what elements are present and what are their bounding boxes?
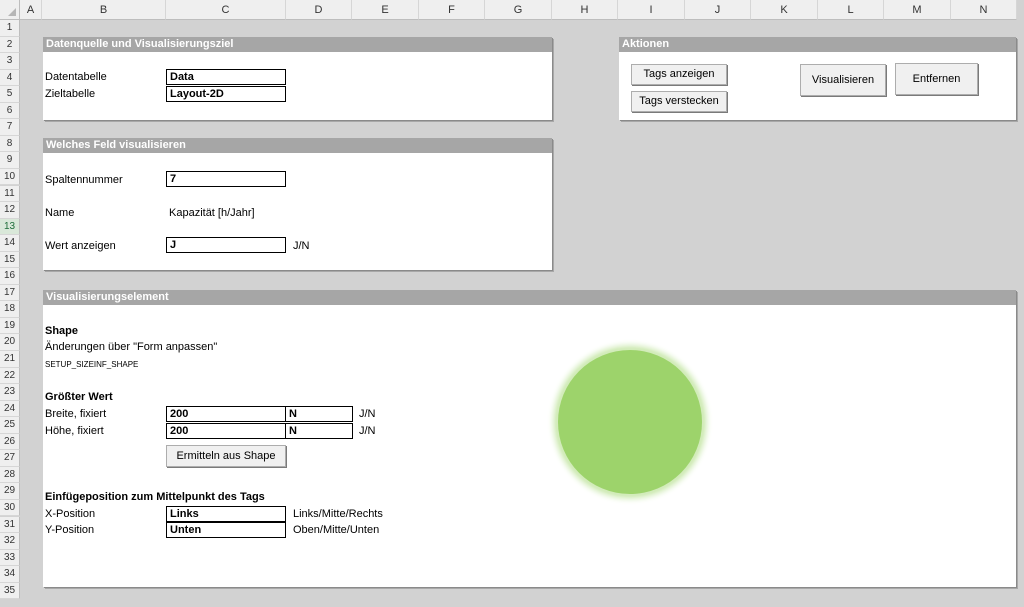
- column-header[interactable]: L: [818, 0, 884, 20]
- row-header[interactable]: 30: [0, 499, 20, 517]
- row-header[interactable]: 19: [0, 317, 20, 335]
- row-header[interactable]: 16: [0, 268, 20, 285]
- height-label: Höhe, fixiert: [45, 425, 104, 437]
- height-value-field[interactable]: 200: [166, 423, 286, 439]
- row-header[interactable]: 25: [0, 417, 20, 434]
- row-header[interactable]: 23: [0, 384, 20, 401]
- row-header[interactable]: 29: [0, 483, 20, 500]
- visualize-button[interactable]: Visualisieren: [800, 64, 886, 96]
- row-header[interactable]: 35: [0, 582, 20, 600]
- target-table-label: Zieltabelle: [45, 88, 96, 100]
- column-header[interactable]: G: [485, 0, 552, 20]
- row-header[interactable]: 22: [0, 367, 20, 385]
- column-header[interactable]: N: [951, 0, 1017, 20]
- shape-name: SETUP_SIZEINF_SHAPE: [45, 360, 139, 369]
- row-header[interactable]: 32: [0, 533, 20, 550]
- row-header[interactable]: 15: [0, 251, 20, 269]
- row-header[interactable]: 3: [0, 53, 20, 70]
- sizeinf-shape-circle[interactable]: [558, 350, 702, 494]
- row-header[interactable]: 17: [0, 284, 20, 302]
- data-table-label: Datentabelle: [45, 71, 107, 83]
- height-hint: J/N: [359, 425, 376, 437]
- element-panel: Visualisierungselement Shape Änderungen …: [43, 290, 1016, 587]
- data-table-field[interactable]: Data: [166, 69, 286, 85]
- row-header[interactable]: 31: [0, 516, 20, 534]
- column-number-field[interactable]: 7: [166, 171, 286, 187]
- column-number-label: Spaltennummer: [45, 174, 123, 186]
- width-hint: J/N: [359, 408, 376, 420]
- show-value-label: Wert anzeigen: [45, 240, 116, 252]
- remove-button[interactable]: Entfernen: [895, 63, 978, 95]
- row-header[interactable]: 28: [0, 466, 20, 484]
- width-value-field[interactable]: 200: [166, 406, 286, 422]
- row-header[interactable]: 1: [0, 20, 20, 37]
- target-table-field[interactable]: Layout-2D: [166, 86, 286, 102]
- row-header[interactable]: 5: [0, 86, 20, 103]
- column-header[interactable]: B: [42, 0, 166, 20]
- column-header[interactable]: I: [618, 0, 685, 20]
- actions-panel: Aktionen Tags anzeigen Tags verstecken V…: [619, 37, 1016, 120]
- field-title: Welches Feld visualisieren: [43, 138, 552, 153]
- row-header[interactable]: 26: [0, 433, 20, 451]
- row-header[interactable]: 10: [0, 168, 20, 186]
- column-header[interactable]: M: [884, 0, 951, 20]
- row-header[interactable]: 2: [0, 36, 20, 54]
- y-position-field[interactable]: Unten: [166, 522, 286, 538]
- column-header[interactable]: K: [751, 0, 818, 20]
- row-header[interactable]: 20: [0, 334, 20, 351]
- row-header[interactable]: 33: [0, 549, 20, 567]
- column-header[interactable]: J: [685, 0, 751, 20]
- shape-hint: Änderungen über "Form anpassen": [45, 341, 218, 353]
- insert-position-heading: Einfügeposition zum Mittelpunkt des Tags: [45, 491, 265, 503]
- column-header[interactable]: E: [352, 0, 419, 20]
- show-tags-button[interactable]: Tags anzeigen: [631, 64, 727, 85]
- row-header[interactable]: 7: [0, 119, 20, 136]
- height-fixed-field[interactable]: N: [285, 423, 353, 439]
- column-header[interactable]: C: [166, 0, 286, 20]
- x-position-label: X-Position: [45, 508, 96, 520]
- show-value-hint: J/N: [293, 240, 310, 252]
- row-header[interactable]: 4: [0, 69, 20, 87]
- row-header[interactable]: 24: [0, 400, 20, 418]
- column-header[interactable]: A: [20, 0, 42, 20]
- column-header[interactable]: D: [286, 0, 352, 20]
- row-header[interactable]: 9: [0, 152, 20, 169]
- row-header[interactable]: 6: [0, 102, 20, 120]
- name-value: Kapazität [h/Jahr]: [169, 207, 255, 219]
- y-position-label: Y-Position: [45, 524, 95, 536]
- row-header[interactable]: 12: [0, 202, 20, 219]
- row-header[interactable]: 8: [0, 135, 20, 153]
- field-panel: Welches Feld visualisieren Spaltennummer…: [43, 138, 552, 270]
- data-source-panel: Datenquelle und Visualisierungsziel Date…: [43, 37, 552, 120]
- row-header[interactable]: 18: [0, 301, 20, 318]
- element-title: Visualisierungselement: [43, 290, 1016, 305]
- name-label: Name: [45, 207, 75, 219]
- width-label: Breite, fixiert: [45, 408, 107, 420]
- column-header[interactable]: H: [552, 0, 618, 20]
- row-header[interactable]: 14: [0, 235, 20, 252]
- y-position-hint: Oben/Mitte/Unten: [293, 524, 380, 536]
- row-header[interactable]: 11: [0, 185, 20, 203]
- data-source-title: Datenquelle und Visualisierungsziel: [43, 37, 552, 52]
- row-header[interactable]: 34: [0, 566, 20, 583]
- select-all-corner[interactable]: [0, 0, 20, 20]
- hide-tags-button[interactable]: Tags verstecken: [631, 91, 727, 112]
- row-header[interactable]: 27: [0, 450, 20, 467]
- max-value-heading: Größter Wert: [45, 391, 113, 403]
- row-header[interactable]: 21: [0, 351, 20, 368]
- show-value-field[interactable]: J: [166, 237, 286, 253]
- x-position-field[interactable]: Links: [166, 506, 286, 522]
- x-position-hint: Links/Mitte/Rechts: [293, 508, 383, 520]
- shape-heading: Shape: [45, 325, 79, 337]
- row-header[interactable]: 13: [0, 218, 20, 236]
- determine-from-shape-button[interactable]: Ermitteln aus Shape: [166, 445, 286, 467]
- actions-title: Aktionen: [619, 37, 1016, 52]
- column-header[interactable]: F: [419, 0, 485, 20]
- width-fixed-field[interactable]: N: [285, 406, 353, 422]
